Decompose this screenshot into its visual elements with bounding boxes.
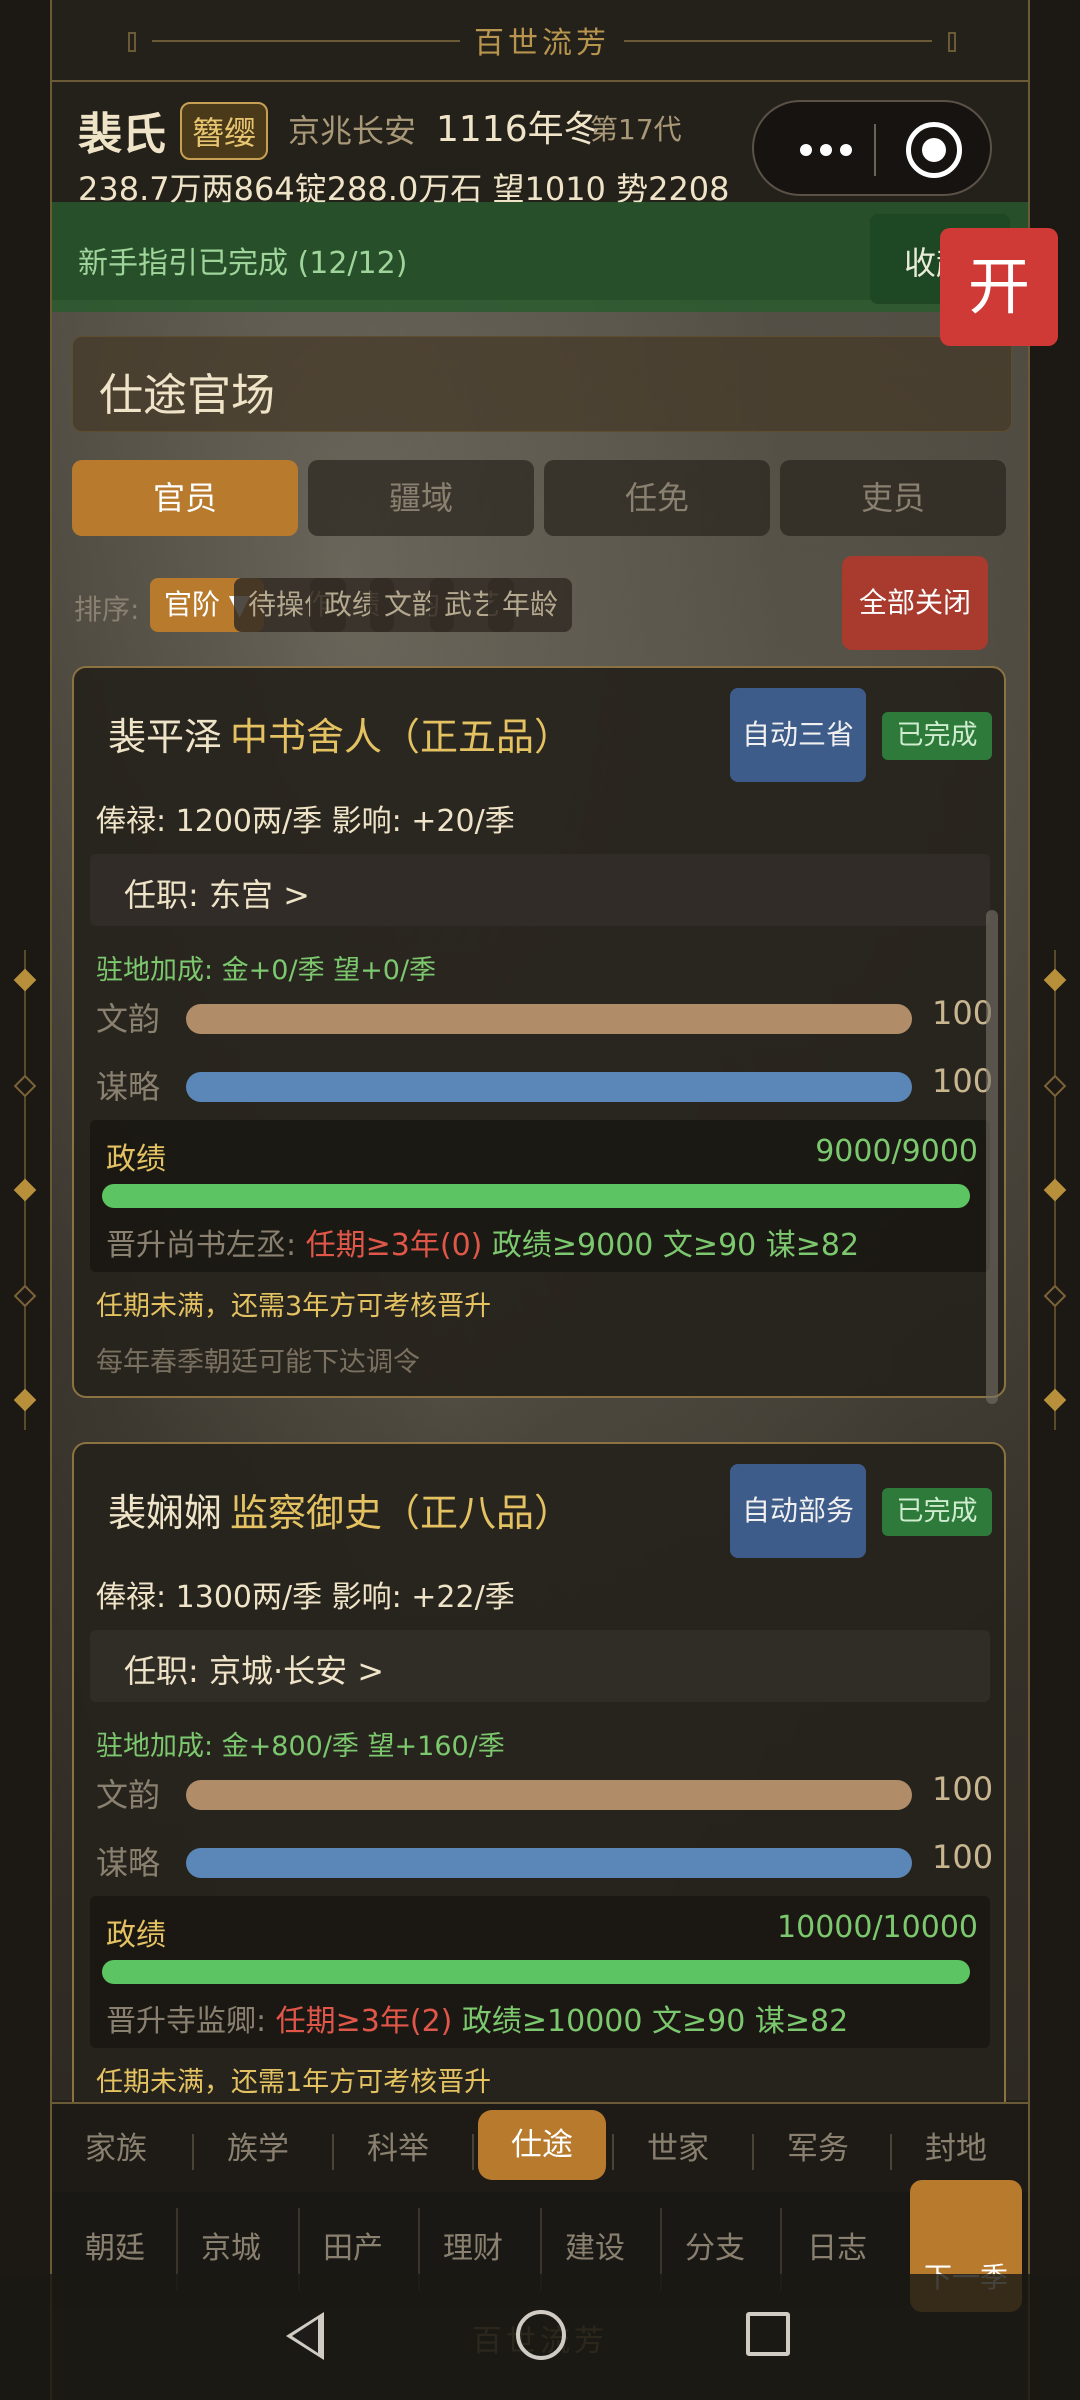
tab-officials[interactable]: 官员 [72, 460, 298, 536]
tab-territory[interactable]: 疆域 [308, 460, 534, 536]
station-bonus: 驻地加成: 金+800/季 望+160/季 [96, 1731, 505, 1762]
game-frame: 百世流芳 裴氏 簪缨 京兆长安 1116年冬 第17代 238.7万两864锭2… [50, 0, 1030, 2400]
official-card: 裴娴娴 监察御史（正八品） 自动部务 已完成 俸禄: 1300两/季 影响: +2… [72, 1442, 1006, 2102]
status-badge: 已完成 [882, 1488, 992, 1536]
nav-career[interactable]: 仕途 [478, 2110, 606, 2180]
performance-panel: 政绩 9000/9000 晋升尚书左丞: 任期≥3年(0) 政绩≥9000 文≥… [90, 1120, 990, 1272]
nav-noble-houses[interactable]: 世家 [614, 2104, 742, 2194]
performance-panel: 政绩 10000/10000 晋升寺监卿: 任期≥3年(2) 政绩≥10000 … [90, 1896, 990, 2048]
nav-exam[interactable]: 科举 [334, 2104, 462, 2194]
performance-bar [102, 1184, 970, 1208]
salary-text: 俸禄: 1300两/季 影响: +22/季 [96, 1580, 515, 1615]
literary-bar [186, 1004, 912, 1034]
official-name: 裴娴娴 [108, 1491, 223, 1535]
official-post: 监察御史（正八品） [230, 1491, 573, 1535]
clan-name: 裴氏 [78, 109, 166, 160]
station-text: 任职: 东宫 > [124, 876, 310, 914]
strategy-bar [186, 1848, 912, 1878]
top-title-bar: 百世流芳 [52, 0, 1028, 82]
promotion-criteria: 政绩≥10000 文≥90 谋≥82 [452, 2004, 849, 2039]
home-icon[interactable] [516, 2310, 566, 2360]
main-nav: 家族 族学 科举 仕途 世家 军务 封地 [52, 2102, 1028, 2194]
open-button[interactable]: 开 [940, 228, 1058, 346]
literary-value: 100 [932, 1770, 994, 1808]
miniprogram-capsule [752, 100, 992, 196]
performance-label: 政绩 [106, 1142, 166, 1177]
auto-ministry-button[interactable]: 自动部务 [730, 1464, 866, 1558]
back-icon[interactable] [286, 2312, 324, 2360]
literary-label: 文韵 [96, 1000, 161, 1038]
sort-label: 排序: [74, 593, 140, 626]
tab-clerks[interactable]: 吏员 [780, 460, 1006, 536]
official-name-line: 裴平泽 中书舍人（正五品） [108, 706, 572, 761]
promotion-target: 晋升寺监卿: [106, 2004, 276, 2039]
system-nav-bar [0, 2274, 1080, 2400]
left-side-ornament [0, 950, 50, 1430]
strategy-value: 100 [932, 1838, 994, 1876]
performance-value: 9000/9000 [815, 1134, 978, 1169]
official-tabs: 官员 疆域 任免 吏员 [72, 460, 1012, 536]
close-all-button[interactable]: 全部关闭 [842, 556, 988, 650]
station-bonus: 驻地加成: 金+0/季 望+0/季 [96, 955, 437, 986]
promotion-term: 任期≥3年(2) [275, 2004, 453, 2039]
nav-family[interactable]: 家族 [52, 2104, 180, 2194]
clan-rank-badge: 簪缨 [180, 102, 269, 160]
station-row[interactable]: 任职: 东宫 > [90, 854, 990, 926]
close-miniprogram-icon[interactable] [906, 122, 962, 178]
game-date: 1116年冬 [436, 109, 600, 150]
clan-location: 京兆长安 [288, 112, 417, 150]
term-warning: 任期未满，还需3年方可考核晋升 [96, 1291, 492, 1322]
station-row[interactable]: 任职: 京城·长安 > [90, 1630, 990, 1702]
station-text: 任职: 京城·长安 > [124, 1652, 385, 1690]
right-side-ornament [1030, 950, 1080, 1430]
status-badge: 已完成 [882, 712, 992, 760]
official-name: 裴平泽 [108, 715, 223, 759]
generation: 第17代 [590, 113, 682, 146]
strategy-stat: 谋略 100 [96, 1058, 996, 1108]
strategy-label: 谋略 [96, 1844, 161, 1882]
literary-value: 100 [932, 994, 994, 1032]
literary-stat: 文韵 100 [96, 990, 996, 1040]
term-warning: 任期未满，还需1年方可考核晋升 [96, 2067, 492, 2098]
promotion-target: 晋升尚书左丞: [106, 1228, 306, 1263]
strategy-label: 谋略 [96, 1068, 161, 1106]
official-card: 裴平泽 中书舍人（正五品） 自动三省 已完成 俸禄: 1200两/季 影响: +2… [72, 666, 1006, 1398]
literary-stat: 文韵 100 [96, 1766, 996, 1816]
recent-apps-icon[interactable] [746, 2312, 790, 2356]
promotion-term: 任期≥3年(0) [305, 1228, 483, 1263]
strategy-bar [186, 1072, 912, 1102]
list-scrollbar[interactable] [986, 910, 998, 1404]
tab-appointments[interactable]: 任免 [544, 460, 770, 536]
promotion-requirements: 晋升寺监卿: 任期≥3年(2) 政绩≥10000 文≥90 谋≥82 [106, 1996, 848, 2040]
literary-bar [186, 1780, 912, 1810]
app-title: 百世流芳 [460, 26, 624, 61]
strategy-stat: 谋略 100 [96, 1834, 996, 1884]
salary-text: 俸禄: 1200两/季 影响: +20/季 [96, 804, 515, 839]
promotion-requirements: 晋升尚书左丞: 任期≥3年(0) 政绩≥9000 文≥90 谋≥82 [106, 1220, 859, 1264]
page-title-panel: 仕途官场 [72, 336, 1012, 432]
strategy-value: 100 [932, 1062, 994, 1100]
nav-clan-school[interactable]: 族学 [194, 2104, 322, 2194]
literary-label: 文韵 [96, 1776, 161, 1814]
page-title: 仕途官场 [99, 370, 275, 421]
performance-label: 政绩 [106, 1918, 166, 1953]
official-post: 中书舍人（正五品） [230, 715, 573, 759]
tutorial-banner: 新手指引已完成 (12/12) 收起 [52, 202, 1028, 312]
nav-military[interactable]: 军务 [754, 2104, 882, 2194]
promotion-criteria: 政绩≥9000 文≥90 谋≥82 [482, 1228, 860, 1263]
more-icon[interactable] [786, 128, 866, 172]
performance-value: 10000/10000 [777, 1910, 978, 1945]
official-name-line: 裴娴娴 监察御史（正八品） [108, 1482, 572, 1537]
performance-bar [102, 1960, 970, 1984]
tutorial-status: 新手指引已完成 (12/12) [78, 246, 408, 281]
transfer-note: 每年春季朝廷可能下达调令 [96, 1347, 420, 1378]
sort-age-chip[interactable]: 年龄 [488, 578, 573, 632]
auto-three-departments-button[interactable]: 自动三省 [730, 688, 866, 782]
